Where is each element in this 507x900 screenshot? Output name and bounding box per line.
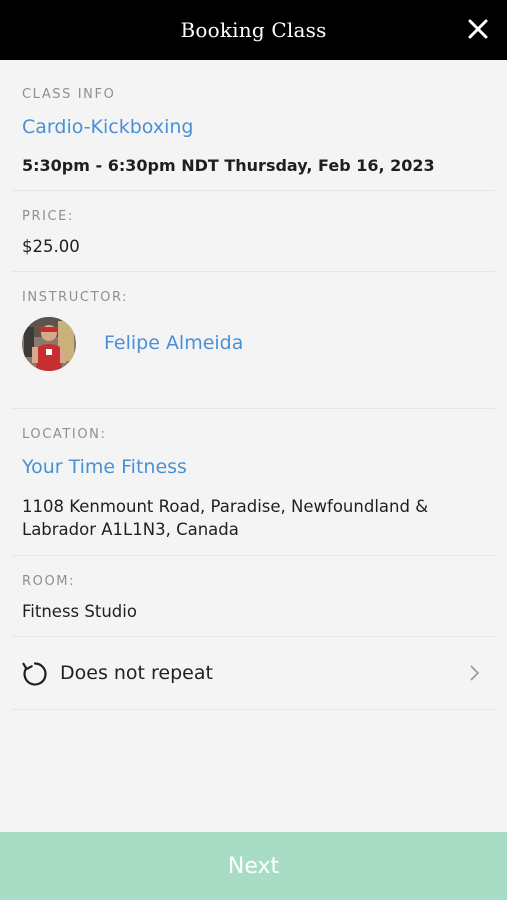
instructor-avatar[interactable] [22,317,76,371]
page-title: Booking Class [180,18,327,42]
room-label: ROOM: [22,570,495,589]
location-label-text: LOCATION: [22,427,107,442]
location-address: 1108 Kenmount Road, Paradise, Newfoundla… [22,497,495,539]
divider [12,555,495,556]
class-name-link[interactable]: Cardio-Kickboxing [22,116,193,138]
class-datetime-text: 5:30pm - 6:30pm NDT Thursday, Feb 16, 20… [22,156,435,175]
chevron-right-icon [470,665,480,681]
address-line-1: 1108 Kenmount Road, Paradise, Newfoundla… [22,497,429,516]
room-value-text: Fitness Studio [22,602,137,621]
close-button[interactable] [463,14,493,44]
instructor-label-text: INSTRUCTOR: [22,290,129,305]
price-value-text: $25.00 [22,237,80,256]
next-button[interactable]: Next [0,832,507,900]
class-info-label-text: CLASS INFO [22,87,116,102]
divider [12,709,495,710]
address-line-2: Labrador A1L1N3, Canada [22,520,239,539]
price-label: PRICE: [22,205,495,224]
divider [12,190,495,191]
instructor-label: INSTRUCTOR: [22,286,495,305]
avatar-image [22,317,76,371]
header-bar: Booking Class [0,0,507,60]
price-value: $25.00 [22,237,495,256]
repeat-option-row[interactable]: Does not repeat [0,637,507,709]
location-name-link[interactable]: Your Time Fitness [22,456,187,478]
instructor-name[interactable]: Felipe Almeida [104,332,495,354]
close-icon [468,19,488,39]
next-button-label: Next [227,853,280,879]
class-info-label: CLASS INFO [22,83,495,102]
class-datetime: 5:30pm - 6:30pm NDT Thursday, Feb 16, 20… [22,156,495,175]
room-label-text: ROOM: [22,574,76,589]
divider [12,271,495,272]
class-name[interactable]: Cardio-Kickboxing [22,116,495,138]
location-name[interactable]: Your Time Fitness [22,456,495,478]
repeat-icon [22,662,47,686]
location-label: LOCATION: [22,423,495,442]
instructor-name-link[interactable]: Felipe Almeida [104,332,243,354]
room-value: Fitness Studio [22,602,495,621]
divider [12,408,495,409]
price-label-text: PRICE: [22,209,74,224]
repeat-label: Does not repeat [60,662,213,684]
